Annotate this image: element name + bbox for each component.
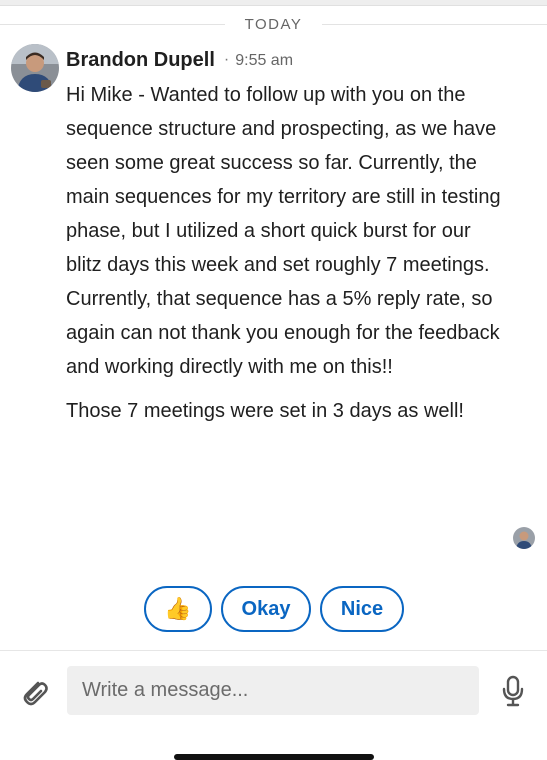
home-indicator: [174, 754, 374, 760]
message-input[interactable]: Write a message...: [67, 666, 479, 715]
divider-line-right: [322, 24, 547, 25]
sender-avatar[interactable]: [11, 44, 59, 92]
read-receipt-avatar: [513, 527, 535, 549]
message-paragraph: Hi Mike - Wanted to follow up with you o…: [66, 84, 501, 378]
header-separator: ·: [223, 51, 230, 68]
sender-name[interactable]: Brandon Dupell: [66, 49, 215, 71]
message-body: Hi Mike - Wanted to follow up with you o…: [66, 78, 506, 438]
quick-replies: 👍 Okay Nice: [0, 586, 547, 632]
quick-reply-thumbs-up[interactable]: 👍: [144, 586, 212, 632]
quick-reply-nice[interactable]: Nice: [320, 586, 404, 632]
message-input-placeholder: Write a message...: [82, 679, 249, 701]
message-header: Brandon Dupell · 9:55 am: [66, 49, 293, 72]
paperclip-icon[interactable]: [16, 674, 52, 710]
message-timestamp: 9:55 am: [235, 52, 294, 69]
microphone-icon[interactable]: [501, 674, 525, 708]
date-divider: TODAY: [0, 14, 547, 36]
composer-divider: [0, 650, 547, 651]
top-bar-edge: [0, 0, 547, 6]
quick-reply-okay[interactable]: Okay: [221, 586, 311, 632]
thumbs-up-icon: 👍: [164, 596, 192, 621]
message-paragraph: Those 7 meetings were set in 3 days as w…: [66, 400, 464, 422]
